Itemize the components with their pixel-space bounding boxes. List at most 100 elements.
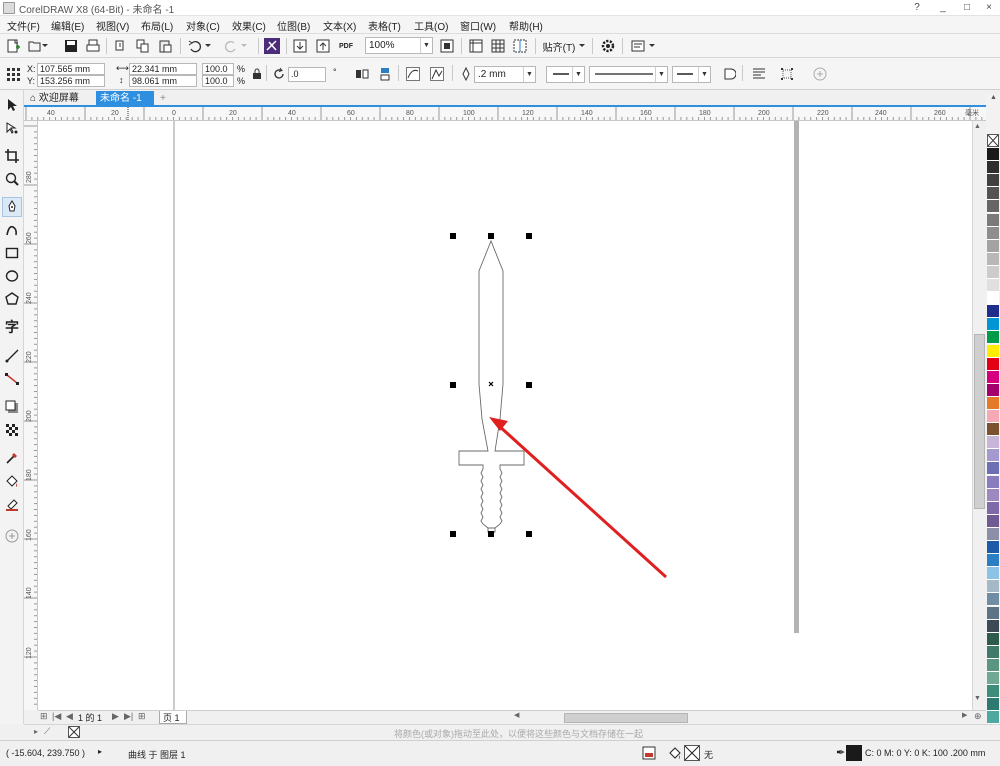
color-swatch[interactable] bbox=[987, 252, 999, 266]
save-icon[interactable] bbox=[62, 37, 80, 55]
color-swatch[interactable] bbox=[987, 410, 999, 423]
color-swatch[interactable] bbox=[987, 488, 999, 502]
color-swatch[interactable] bbox=[987, 698, 999, 712]
color-swatch[interactable] bbox=[987, 685, 999, 699]
end-arrowhead-combo[interactable]: ▼ bbox=[672, 66, 711, 83]
menu-tools[interactable]: 工具(O) bbox=[414, 18, 448, 33]
help-window-button[interactable]: ? bbox=[906, 0, 928, 16]
color-swatch[interactable] bbox=[987, 383, 999, 397]
color-swatch[interactable] bbox=[987, 672, 999, 685]
redo-dropdown-arrow[interactable] bbox=[239, 37, 249, 55]
color-proofing-icon[interactable] bbox=[642, 746, 656, 760]
y-position-field[interactable]: 153.256 mm bbox=[37, 75, 105, 87]
scroll-up-arrow[interactable]: ▲ bbox=[974, 123, 981, 130]
start-arrowhead-combo[interactable]: ▼ bbox=[546, 66, 585, 83]
convert-curve-icon[interactable] bbox=[428, 65, 446, 83]
color-swatch[interactable] bbox=[987, 226, 999, 240]
color-swatch[interactable] bbox=[987, 475, 999, 489]
eyedropper-tool-icon[interactable] bbox=[2, 448, 22, 468]
pick-tool-icon[interactable] bbox=[2, 95, 22, 115]
crop-tool-icon[interactable] bbox=[2, 146, 22, 166]
export-icon[interactable] bbox=[314, 37, 332, 55]
scroll-down-arrow[interactable]: ▼ bbox=[974, 695, 981, 702]
color-swatch[interactable] bbox=[987, 423, 999, 437]
outline-width-combo[interactable]: .2 mm ▼ bbox=[474, 66, 536, 83]
vertical-scrollbar[interactable]: ▲ ▼ bbox=[972, 121, 986, 710]
transparency-tool-icon[interactable] bbox=[2, 420, 22, 440]
end-arrowhead-dropdown[interactable]: ▼ bbox=[698, 67, 710, 82]
start-arrowhead-dropdown[interactable]: ▼ bbox=[572, 67, 584, 82]
launcher-dropdown-arrow[interactable] bbox=[647, 37, 657, 55]
color-swatch[interactable] bbox=[987, 187, 999, 201]
paste-icon[interactable] bbox=[156, 37, 174, 55]
show-rulers-icon[interactable] bbox=[467, 37, 485, 55]
color-swatch[interactable] bbox=[987, 593, 999, 607]
document-palette-arrow-icon[interactable]: ▸ bbox=[34, 727, 38, 736]
publish-pdf-icon[interactable]: PDF bbox=[337, 37, 355, 55]
color-swatch[interactable] bbox=[987, 305, 999, 319]
color-swatch[interactable] bbox=[987, 318, 999, 332]
show-grid-icon[interactable] bbox=[489, 37, 507, 55]
snap-dropdown-arrow[interactable] bbox=[577, 37, 587, 55]
line-style-combo[interactable]: ▼ bbox=[589, 66, 668, 83]
edit-curve-icon[interactable] bbox=[404, 65, 422, 83]
height-field[interactable]: 98.061 mm bbox=[129, 75, 197, 87]
eyedropper-icon[interactable]: ⟋ bbox=[44, 726, 50, 737]
undo-icon[interactable] bbox=[186, 37, 204, 55]
snap-to-button[interactable]: 贴齐(T) bbox=[541, 37, 577, 55]
color-swatch[interactable] bbox=[987, 567, 999, 581]
no-color-swatch[interactable] bbox=[987, 134, 999, 147]
mirror-horizontal-icon[interactable] bbox=[353, 65, 371, 83]
color-swatch[interactable] bbox=[987, 148, 999, 161]
color-swatch[interactable] bbox=[987, 658, 999, 672]
freehand-tool-icon[interactable] bbox=[2, 197, 22, 217]
color-swatch[interactable] bbox=[987, 213, 999, 227]
handle-bottom-center[interactable] bbox=[488, 531, 494, 537]
lock-ratio-icon[interactable] bbox=[248, 65, 266, 83]
add-tool-plus-icon[interactable] bbox=[2, 526, 22, 546]
color-swatch[interactable] bbox=[987, 200, 999, 214]
line-style-dropdown[interactable]: ▼ bbox=[655, 67, 667, 82]
color-swatch[interactable] bbox=[987, 436, 999, 450]
outline-width-dropdown[interactable]: ▼ bbox=[523, 67, 535, 82]
minimize-button[interactable]: _ bbox=[932, 0, 954, 16]
connector-tool-icon[interactable] bbox=[2, 369, 22, 389]
scale-y-field[interactable]: 100.0 bbox=[202, 75, 234, 87]
rotation-angle-field[interactable]: .0 bbox=[288, 67, 326, 82]
palette-scroll-up-icon[interactable]: ▲ bbox=[990, 94, 997, 101]
close-window-button[interactable]: × bbox=[978, 0, 1000, 16]
x-position-field[interactable]: 107.565 mm bbox=[37, 63, 105, 75]
print-icon[interactable] bbox=[84, 37, 102, 55]
zoom-dropdown-arrow[interactable]: ▼ bbox=[420, 38, 432, 53]
status-expand-arrow[interactable]: ▸ bbox=[98, 747, 102, 756]
application-launcher-icon[interactable] bbox=[629, 37, 647, 55]
color-swatch[interactable] bbox=[987, 501, 999, 515]
menu-help[interactable]: 帮助(H) bbox=[509, 18, 543, 33]
tab-document[interactable]: 未命名 -1 × bbox=[96, 91, 154, 119]
color-swatch[interactable] bbox=[987, 357, 999, 371]
new-tab-plus-icon[interactable]: + bbox=[156, 91, 170, 107]
artistic-media-tool-icon[interactable] bbox=[2, 220, 22, 240]
quick-customize-plus-icon[interactable] bbox=[811, 65, 829, 83]
handle-bottom-right[interactable] bbox=[526, 531, 532, 537]
handle-middle-right[interactable] bbox=[526, 382, 532, 388]
color-swatch[interactable] bbox=[987, 396, 999, 410]
color-swatch[interactable] bbox=[987, 619, 999, 633]
width-field[interactable]: 22.341 mm bbox=[129, 63, 197, 75]
menu-text[interactable]: 文本(X) bbox=[323, 18, 356, 33]
menu-effects[interactable]: 效果(C) bbox=[232, 18, 266, 33]
outline-color-swatch[interactable] bbox=[846, 745, 862, 761]
handle-top-right[interactable] bbox=[526, 233, 532, 239]
smart-fill-tool-icon[interactable] bbox=[2, 494, 22, 514]
tab-welcome-screen[interactable]: ⌂ 欢迎屏幕 bbox=[26, 91, 96, 107]
menu-bitmaps[interactable]: 位图(B) bbox=[277, 18, 310, 33]
first-page-icon[interactable]: |◀ bbox=[52, 711, 61, 722]
new-document-icon[interactable] bbox=[4, 37, 22, 55]
object-origin-icon[interactable] bbox=[4, 65, 22, 83]
menu-object[interactable]: 对象(C) bbox=[186, 18, 220, 33]
close-curve-icon[interactable] bbox=[720, 65, 738, 83]
next-page-icon[interactable]: ▶ bbox=[112, 711, 119, 722]
polygon-tool-icon[interactable] bbox=[2, 289, 22, 309]
menu-layout[interactable]: 布局(L) bbox=[141, 18, 173, 33]
fill-none-swatch[interactable] bbox=[684, 745, 700, 761]
